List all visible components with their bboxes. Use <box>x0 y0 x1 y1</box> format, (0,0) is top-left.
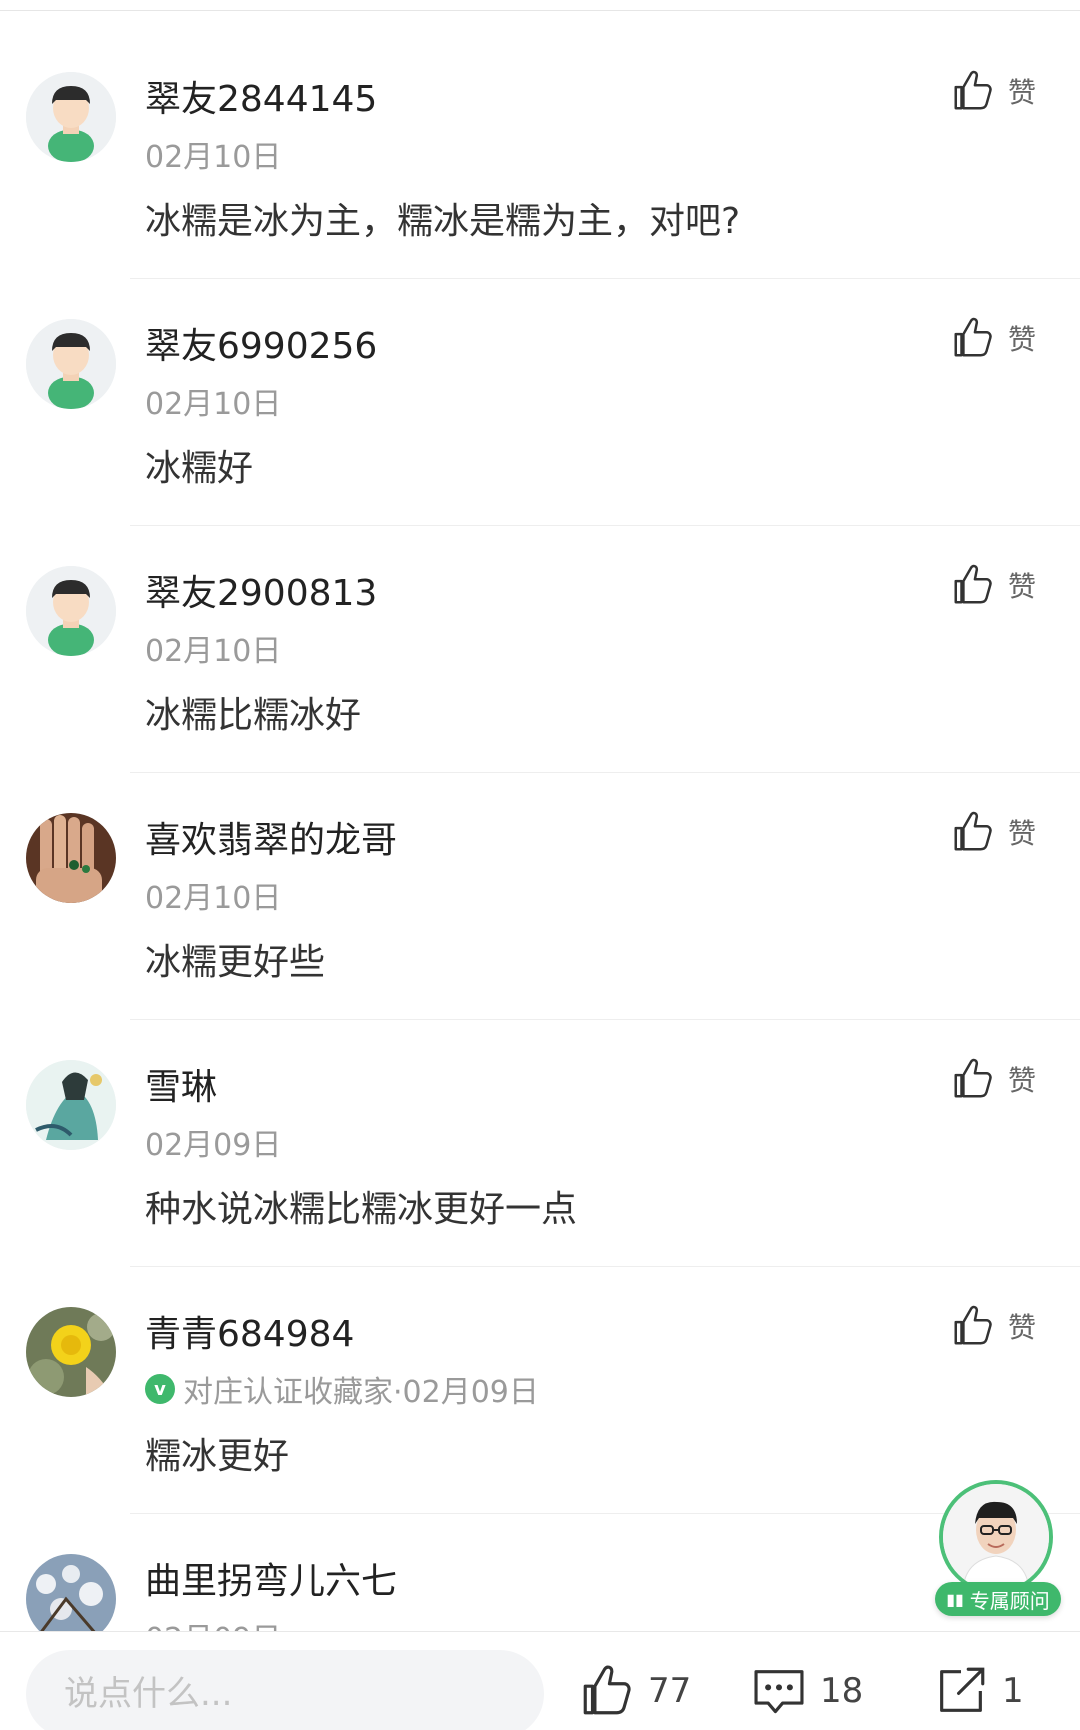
share-count: 1 <box>1002 1671 1024 1711</box>
share-icon <box>932 1662 990 1720</box>
comment-text: 冰糯比糯冰好 <box>145 695 362 736</box>
comment-item: 青青684984 v 对庄认证收藏家·02月09日 糯冰更好 赞 <box>0 1267 1080 1514</box>
comment-username[interactable]: 喜欢翡翠的龙哥 <box>145 811 397 863</box>
default-user-avatar-icon <box>26 319 116 409</box>
chat-bubble-icon <box>750 1662 808 1720</box>
comment-like-button[interactable]: 赞 <box>950 809 1036 855</box>
comment-text: 种水说冰糯比糯冰更好一点 <box>145 1189 578 1230</box>
hand-ring-photo-icon <box>26 813 116 903</box>
thumbs-up-icon <box>950 809 996 855</box>
comment-date: 02月10日 <box>145 387 282 422</box>
thumbs-up-icon <box>950 315 996 361</box>
share-button[interactable]: 1 <box>932 1662 1024 1720</box>
avatar[interactable] <box>26 72 116 162</box>
comment-username[interactable]: 翠友6990256 <box>145 317 377 369</box>
thumbs-up-icon <box>578 1662 636 1720</box>
like-label: 赞 <box>1007 1311 1036 1344</box>
like-label: 赞 <box>1007 817 1036 850</box>
comment-username[interactable]: 曲里拐弯儿六七 <box>145 1552 397 1604</box>
avatar[interactable] <box>26 813 116 903</box>
comment-input[interactable] <box>26 1650 544 1730</box>
comment-date: 02月09日 <box>145 1128 282 1163</box>
thumbs-up-icon <box>950 562 996 608</box>
like-button[interactable]: 77 <box>578 1662 691 1720</box>
comment-date: 02月09日 <box>145 1614 281 1632</box>
comment-username[interactable]: 翠友2900813 <box>145 564 377 616</box>
blossom-photo-icon <box>26 1554 116 1632</box>
comment-date: 02月10日 <box>145 140 282 175</box>
comment-item: 雪琳 02月09日 种水说冰糯比糯冰更好一点 赞 <box>0 1020 1080 1267</box>
advisor-portrait-icon <box>943 1484 1049 1590</box>
like-label: 赞 <box>1007 323 1036 356</box>
comment-meta: v 对庄认证收藏家·02月09日 <box>145 1367 539 1411</box>
comment-list[interactable]: 翠友2844145 02月10日 冰糯是冰为主，糯冰是糯为主，对吧? 赞 翠友6… <box>0 32 1080 1632</box>
comment-item: 翠友2844145 02月10日 冰糯是冰为主，糯冰是糯为主，对吧? 赞 <box>0 32 1080 279</box>
like-count: 77 <box>648 1671 692 1711</box>
comment-item: 翠友6990256 02月10日 冰糯好 赞 <box>0 279 1080 526</box>
verified-collector-date: 对庄认证收藏家·02月09日 <box>183 1375 539 1410</box>
advisor-label-text: 专属顾问 <box>969 1588 1050 1613</box>
comment-item: 翠友2900813 02月10日 冰糯比糯冰好 赞 <box>0 526 1080 773</box>
like-label: 赞 <box>1007 570 1036 603</box>
advisor-avatar <box>939 1480 1053 1594</box>
default-user-avatar-icon <box>26 566 116 656</box>
comment-like-button[interactable]: 赞 <box>950 1303 1036 1349</box>
comment-count: 18 <box>820 1671 864 1711</box>
verified-badge-icon: v <box>145 1374 175 1404</box>
comment-text: 冰糯好 <box>145 448 254 489</box>
comment-username[interactable]: 翠友2844145 <box>145 70 377 122</box>
like-label: 赞 <box>1007 1064 1036 1097</box>
default-user-avatar-icon <box>26 72 116 162</box>
comment-username[interactable]: 雪琳 <box>145 1058 217 1110</box>
thumbs-up-icon <box>950 1056 996 1102</box>
advisor-label: ▮▮ 专属顾问 <box>935 1582 1061 1616</box>
comments-page: 翠友2844145 02月10日 冰糯是冰为主，糯冰是糯为主，对吧? 赞 翠友6… <box>0 0 1080 1730</box>
comment-text: 冰糯更好些 <box>145 942 326 983</box>
like-label: 赞 <box>1007 76 1036 109</box>
comment-like-button[interactable]: 赞 <box>950 315 1036 361</box>
book-icon: ▮▮ <box>946 1589 964 1609</box>
avatar[interactable] <box>26 566 116 656</box>
dandelion-photo-icon <box>26 1307 116 1397</box>
avatar[interactable] <box>26 1554 116 1632</box>
comment-item: 喜欢翡翠的龙哥 02月10日 冰糯更好些 赞 <box>0 773 1080 1020</box>
comment-item: 曲里拐弯儿六七 02月09日 <box>0 1514 1080 1632</box>
comment-username[interactable]: 青青684984 <box>145 1305 354 1357</box>
comment-button[interactable]: 18 <box>750 1662 863 1720</box>
bottom-action-bar: 77 18 1 <box>0 1631 1080 1730</box>
comment-text: 冰糯是冰为主，糯冰是糯为主，对吧? <box>145 201 741 242</box>
top-divider <box>0 10 1080 11</box>
avatar[interactable] <box>26 1060 116 1150</box>
avatar[interactable] <box>26 319 116 409</box>
comment-like-button[interactable]: 赞 <box>950 1056 1036 1102</box>
comment-text: 糯冰更好 <box>145 1436 290 1477</box>
comment-like-button[interactable]: 赞 <box>950 562 1036 608</box>
comment-like-button[interactable]: 赞 <box>950 68 1036 114</box>
thumbs-up-icon <box>950 1303 996 1349</box>
comment-date: 02月10日 <box>145 881 282 916</box>
avatar[interactable] <box>26 1307 116 1397</box>
comment-date: 02月10日 <box>145 634 282 669</box>
exclusive-advisor-button[interactable]: ▮▮ 专属顾问 <box>935 1480 1061 1620</box>
thumbs-up-icon <box>950 68 996 114</box>
illustrated-character-icon <box>26 1060 116 1150</box>
